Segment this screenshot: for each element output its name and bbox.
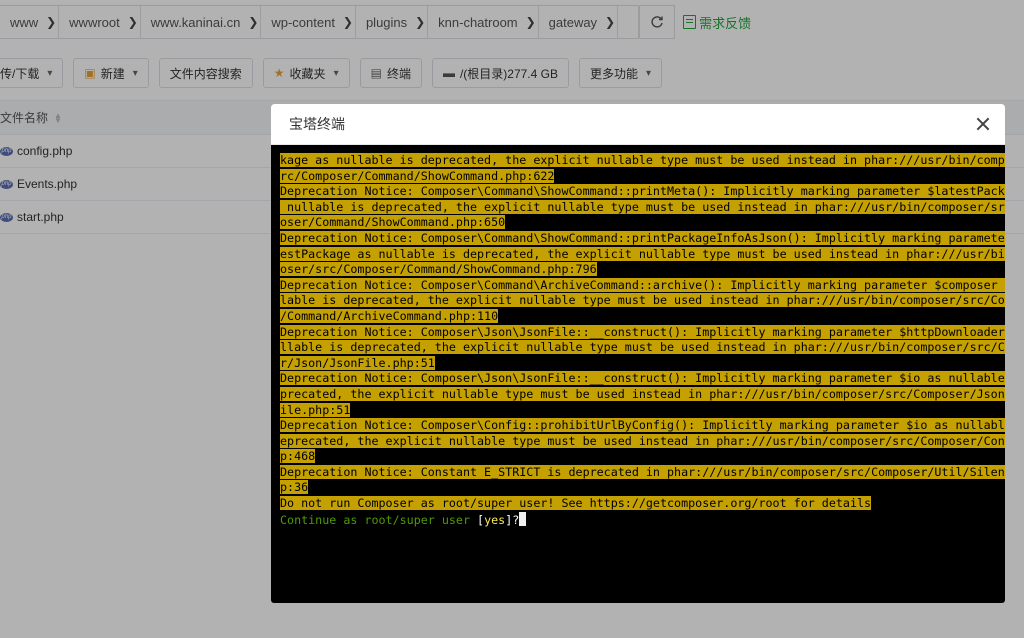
dialog-header: 宝塔终端 bbox=[271, 104, 1005, 145]
terminal-line: p:468 bbox=[280, 449, 980, 465]
terminal-line: precated, the explicit nullable type mus… bbox=[280, 386, 1005, 403]
terminal-line: oser/Command/ShowCommand.php:650 bbox=[280, 215, 980, 231]
terminal-line: Deprecation Notice: Composer\Json\JsonFi… bbox=[280, 371, 1005, 387]
terminal-line: Deprecation Notice: Composer\Config::pro… bbox=[280, 418, 1005, 434]
prompt-default: yes bbox=[484, 512, 506, 527]
terminal-line-text: oser/src/Composer/Command/ShowCommand.ph… bbox=[280, 262, 597, 277]
terminal-line-text: kage as nullable is deprecated, the expl… bbox=[280, 153, 1005, 167]
terminal-line-text: Deprecation Notice: Constant E_STRICT is… bbox=[280, 464, 1005, 479]
terminal-line: estPackage as nullable is deprecated, th… bbox=[280, 246, 1005, 263]
terminal-line-text: lable is deprecated, the explicit nullab… bbox=[280, 293, 1005, 308]
terminal-line-text: Deprecation Notice: Composer\Json\JsonFi… bbox=[280, 371, 1005, 386]
terminal-line: r/Json/JsonFile.php:51 bbox=[280, 355, 980, 372]
terminal-line-text: oser/Command/ShowCommand.php:650 bbox=[280, 215, 506, 230]
terminal-line: /Command/ArchiveCommand.php:110 bbox=[280, 308, 980, 325]
terminal-dialog: 宝塔终端 kage as nullable is deprecated, the… bbox=[271, 104, 1005, 603]
terminal-line-text: p:468 bbox=[280, 449, 316, 464]
terminal-line: nullable is deprecated, the explicit nul… bbox=[280, 199, 1005, 216]
terminal-line-text: Deprecation Notice: Composer\Command\Sho… bbox=[280, 230, 1005, 245]
terminal-line-text: rc/Composer/Command/ShowCommand.php:622 bbox=[280, 168, 555, 183]
prompt-bracket-close: ]? bbox=[505, 512, 520, 527]
terminal-line: eprecated, the explicit nullable type mu… bbox=[280, 433, 1005, 450]
terminal-line-text: ile.php:51 bbox=[280, 402, 351, 417]
terminal-line: Deprecation Notice: Composer\Command\Sho… bbox=[280, 230, 1005, 247]
terminal-line-text: r/Json/JsonFile.php:51 bbox=[280, 355, 435, 370]
terminal-line: kage as nullable is deprecated, the expl… bbox=[280, 153, 1005, 169]
close-icon[interactable] bbox=[975, 116, 991, 132]
terminal-line-text: Do not run Composer as root/super user! … bbox=[280, 496, 872, 511]
terminal-line-text: llable is deprecated, the explicit nulla… bbox=[280, 340, 1005, 355]
terminal-line: Deprecation Notice: Composer\Command\Sho… bbox=[280, 184, 1005, 200]
terminal-line: Deprecation Notice: Composer\Json\JsonFi… bbox=[280, 324, 1005, 341]
terminal-line-text: precated, the explicit nullable type mus… bbox=[280, 386, 1005, 401]
terminal-prompt-line: Continue as root/super user [yes]? bbox=[280, 511, 980, 528]
terminal-line: llable is deprecated, the explicit nulla… bbox=[280, 340, 1005, 356]
terminal-line: lable is deprecated, the explicit nullab… bbox=[280, 293, 1005, 309]
terminal-line: ile.php:51 bbox=[280, 402, 980, 419]
terminal-line-text: /Command/ArchiveCommand.php:110 bbox=[280, 308, 499, 323]
terminal-line-text: Deprecation Notice: Composer\Config::pro… bbox=[280, 418, 1005, 433]
terminal-line-text: nullable is deprecated, the explicit nul… bbox=[280, 199, 1005, 214]
terminal-cursor bbox=[519, 511, 527, 526]
terminal-line: oser/src/Composer/Command/ShowCommand.ph… bbox=[280, 262, 980, 278]
terminal-line: rc/Composer/Command/ShowCommand.php:622 bbox=[280, 168, 980, 185]
terminal-line-text: eprecated, the explicit nullable type mu… bbox=[280, 433, 1005, 448]
terminal-line-text: p:36 bbox=[280, 480, 309, 495]
prompt-text: Continue as root/super user bbox=[280, 512, 478, 527]
terminal-line-text: Deprecation Notice: Composer\Command\Arc… bbox=[280, 277, 1005, 292]
terminal-line: Deprecation Notice: Constant E_STRICT is… bbox=[280, 464, 1005, 481]
terminal-line: Deprecation Notice: Composer\Command\Arc… bbox=[280, 277, 1005, 294]
terminal-line: Do not run Composer as root/super user! … bbox=[280, 496, 980, 512]
terminal-line-text: Deprecation Notice: Composer\Command\Sho… bbox=[280, 184, 1005, 199]
terminal-line-text: estPackage as nullable is deprecated, th… bbox=[280, 246, 1005, 261]
dialog-title: 宝塔终端 bbox=[289, 116, 345, 132]
terminal-line: p:36 bbox=[280, 480, 980, 496]
terminal-line-text: Deprecation Notice: Composer\Json\JsonFi… bbox=[280, 324, 1005, 339]
terminal-output[interactable]: kage as nullable is deprecated, the expl… bbox=[280, 153, 1005, 528]
